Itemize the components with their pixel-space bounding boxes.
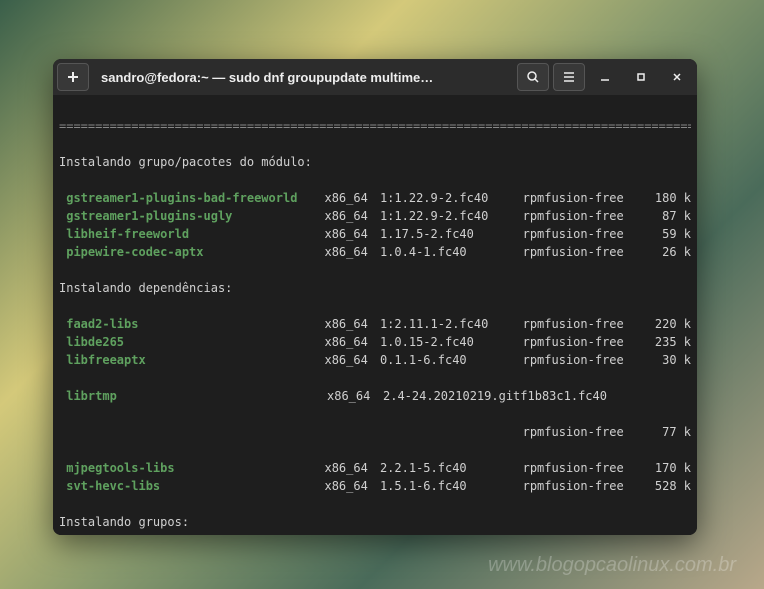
package-row: libfreeaptxx86_640.1.1-6.fc40rpmfusion-f… [59,351,691,369]
separator: ========================================… [59,117,691,135]
menu-button[interactable] [553,63,585,91]
package-row: svt-hevc-libsx86_641.5.1-6.fc40rpmfusion… [59,477,691,495]
hamburger-icon [562,70,576,84]
package-row: pipewire-codec-aptxx86_641.0.4-1.fc40rpm… [59,243,691,261]
watermark: www.blogopcaolinux.com.br [488,554,736,577]
maximize-icon [635,71,647,83]
plus-icon [66,70,80,84]
package-row: libde265x86_641.0.15-2.fc40rpmfusion-fre… [59,333,691,351]
close-button[interactable] [661,63,693,91]
package-row: libheif-freeworldx86_641.17.5-2.fc40rpmf… [59,225,691,243]
terminal-content[interactable]: ========================================… [53,95,697,535]
package-row: gstreamer1-plugins-uglyx86_641:1.22.9-2.… [59,207,691,225]
package-row: faad2-libsx86_641:2.11.1-2.fc40rpmfusion… [59,315,691,333]
search-button[interactable] [517,63,549,91]
package-row: gstreamer1-plugins-bad-freeworldx86_641:… [59,189,691,207]
terminal-window: sandro@fedora:~ — sudo dnf groupupdate m… [53,59,697,535]
package-row-wrap: rpmfusion-free 77 k [59,423,691,441]
package-row: librtmpx86_642.4-24.20210219.gitf1b83c1.… [59,387,691,405]
window-title: sandro@fedora:~ — sudo dnf groupupdate m… [93,70,513,85]
package-row: mjpegtools-libsx86_642.2.1-5.fc40rpmfusi… [59,459,691,477]
search-icon [526,70,540,84]
minimize-icon [599,71,611,83]
close-icon [671,71,683,83]
heading-dependencies: Instalando dependências: [59,279,691,297]
heading-module-packages: Instalando grupo/pacotes do módulo: [59,153,691,171]
new-tab-button[interactable] [57,63,89,91]
titlebar: sandro@fedora:~ — sudo dnf groupupdate m… [53,59,697,95]
minimize-button[interactable] [589,63,621,91]
heading-groups: Instalando grupos: [59,513,691,531]
maximize-button[interactable] [625,63,657,91]
